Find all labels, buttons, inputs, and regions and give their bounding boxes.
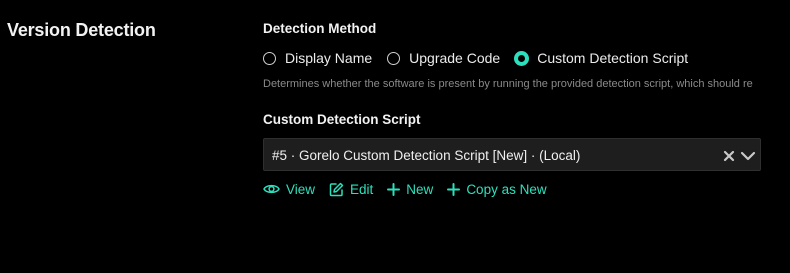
detection-method-label: Detection Method bbox=[263, 21, 377, 36]
radio-option-custom-detection-script[interactable]: Custom Detection Script bbox=[514, 50, 689, 66]
eye-icon bbox=[263, 184, 280, 194]
version-detection-panel: Version Detection Detection Method Displ… bbox=[0, 0, 790, 273]
plus-icon bbox=[387, 182, 401, 196]
radio-option-upgrade-code[interactable]: Upgrade Code bbox=[387, 50, 500, 66]
view-button[interactable]: View bbox=[263, 182, 315, 197]
section-title: Version Detection bbox=[7, 20, 156, 40]
radio-checked-icon bbox=[514, 50, 530, 66]
radio-label-custom-detection-script: Custom Detection Script bbox=[537, 50, 689, 66]
radio-unchecked-icon bbox=[263, 51, 276, 65]
detection-method-hint: Determines whether the software is prese… bbox=[263, 78, 753, 90]
edit-label: Edit bbox=[350, 181, 374, 197]
radio-label-upgrade-code: Upgrade Code bbox=[409, 50, 501, 66]
custom-detection-script-label: Custom Detection Script bbox=[263, 112, 421, 127]
close-icon[interactable] bbox=[722, 149, 736, 163]
new-button[interactable]: New bbox=[387, 182, 433, 197]
copy-as-new-button[interactable]: Copy as New bbox=[447, 181, 547, 197]
radio-label-display-name: Display Name bbox=[285, 50, 373, 66]
copy-as-new-label: Copy as New bbox=[466, 181, 547, 197]
plus-icon bbox=[447, 182, 461, 196]
chevron-down-icon[interactable] bbox=[740, 149, 756, 163]
script-actions: View Edit New Copy as New bbox=[263, 180, 561, 198]
radio-unchecked-icon bbox=[387, 51, 401, 65]
edit-button[interactable]: Edit bbox=[329, 182, 373, 197]
new-label: New bbox=[406, 181, 434, 197]
edit-icon bbox=[329, 182, 344, 196]
view-label: View bbox=[286, 181, 316, 197]
radio-option-display-name[interactable]: Display Name bbox=[263, 50, 372, 66]
detection-method-radio-group: Display Name Upgrade Code Custom Detecti… bbox=[263, 49, 703, 67]
custom-detection-script-select[interactable]: #5 · Gorelo Custom Detection Script [New… bbox=[263, 138, 761, 171]
select-value: #5 · Gorelo Custom Detection Script [New… bbox=[272, 148, 581, 163]
